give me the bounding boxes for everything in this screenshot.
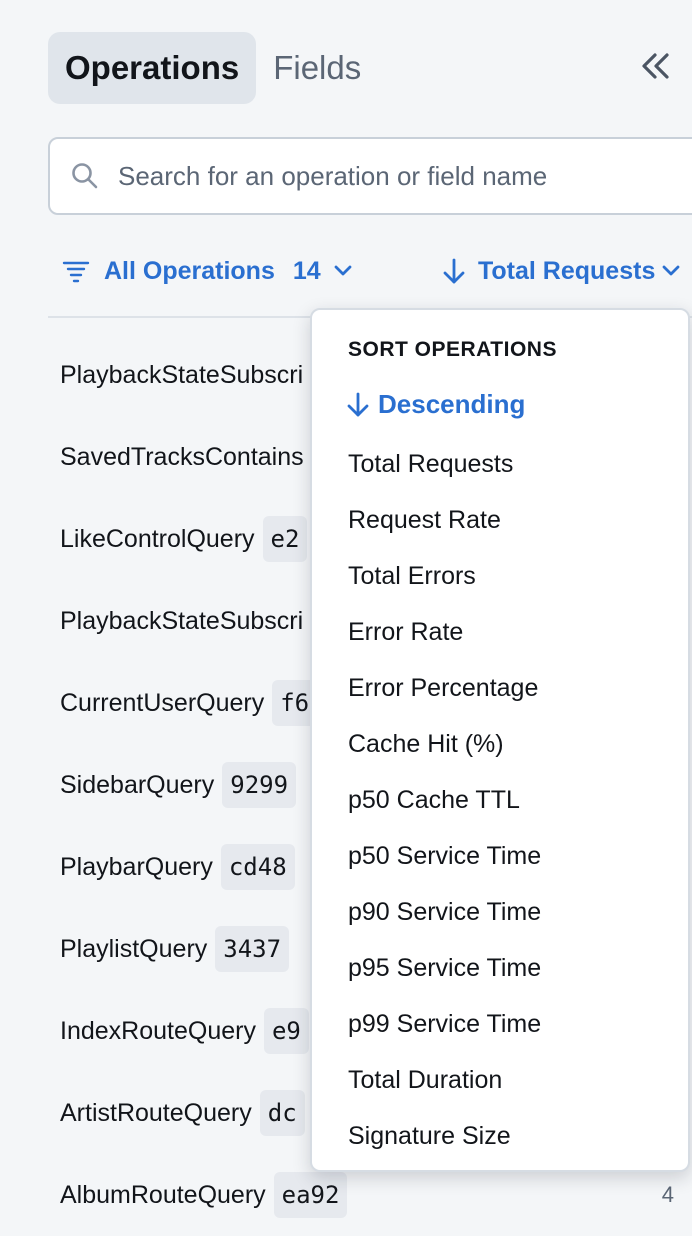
search-icon [70,161,100,191]
operation-name: PlaybarQuery [60,852,213,881]
sort-direction-toggle[interactable]: Descending [346,384,525,424]
sort-direction-label: Descending [378,388,526,419]
sort-option-p95-service-time[interactable]: p95 Service Time [312,940,688,996]
operations-filter-button[interactable]: All Operations 14 [62,250,353,292]
chevron-down-icon [333,264,353,278]
operation-signature: e2 [262,516,308,562]
search-box [48,137,692,215]
filter-count: 14 [292,256,321,285]
operation-name: PlaylistQuery [60,934,208,963]
operation-signature: cd48 [220,844,295,890]
search-input[interactable] [116,159,680,193]
operation-name: CurrentUserQuery [60,688,265,717]
operation-name: PlaybackStateSubscri [60,360,304,389]
operation-value: 4 [661,1182,674,1207]
sort-option-signature-size[interactable]: Signature Size [312,1108,688,1164]
operation-signature: 9299 [222,762,297,808]
double-chevron-left-icon [641,52,671,85]
sort-dropdown-menu: SORT OPERATIONS Descending Total Request… [310,308,690,1172]
operation-signature: dc [259,1090,305,1136]
sort-option-p90-service-time[interactable]: p90 Service Time [312,884,688,940]
operation-name: IndexRouteQuery [60,1016,256,1045]
sort-option-total-errors[interactable]: Total Errors [312,548,688,604]
arrow-down-icon [346,389,372,419]
tab-fields[interactable]: Fields [256,32,378,104]
sort-option-cache-hit[interactable]: Cache Hit (%) [312,716,688,772]
operation-name: LikeControlQuery [60,524,255,553]
filter-label: All Operations [104,256,275,285]
operation-name: PlaybackStateSubscri [60,606,304,635]
sort-option-error-rate[interactable]: Error Rate [312,604,688,660]
chevron-down-icon [661,264,681,278]
tab-bar: Operations Fields [48,32,378,104]
sort-option-p50-service-time[interactable]: p50 Service Time [312,828,688,884]
operation-name: ArtistRouteQuery [60,1098,252,1127]
arrow-down-icon [442,256,468,286]
sort-label: Total Requests [478,256,656,285]
filter-lines-icon [62,257,90,285]
sort-options: Total Requests Request Rate Total Errors… [312,436,688,1164]
sort-button[interactable]: Total Requests [442,250,681,292]
sort-option-error-percentage[interactable]: Error Percentage [312,660,688,716]
collapse-sidebar-button[interactable] [634,48,678,88]
sort-option-total-requests[interactable]: Total Requests [312,436,688,492]
operation-name: SidebarQuery [60,770,215,799]
dropdown-header: SORT OPERATIONS [348,338,557,361]
tab-operations[interactable]: Operations [48,32,257,104]
operation-signature: e9 [263,1008,309,1054]
sort-option-total-duration[interactable]: Total Duration [312,1052,688,1108]
sort-option-p50-cache-ttl[interactable]: p50 Cache TTL [312,772,688,828]
sort-option-p99-service-time[interactable]: p99 Service Time [312,996,688,1052]
operation-signature: ea92 [273,1172,348,1218]
operation-signature: 3437 [215,926,290,972]
sort-option-request-rate[interactable]: Request Rate [312,492,688,548]
operation-name: SavedTracksContains [60,442,304,471]
operation-name: AlbumRouteQuery [60,1180,266,1209]
